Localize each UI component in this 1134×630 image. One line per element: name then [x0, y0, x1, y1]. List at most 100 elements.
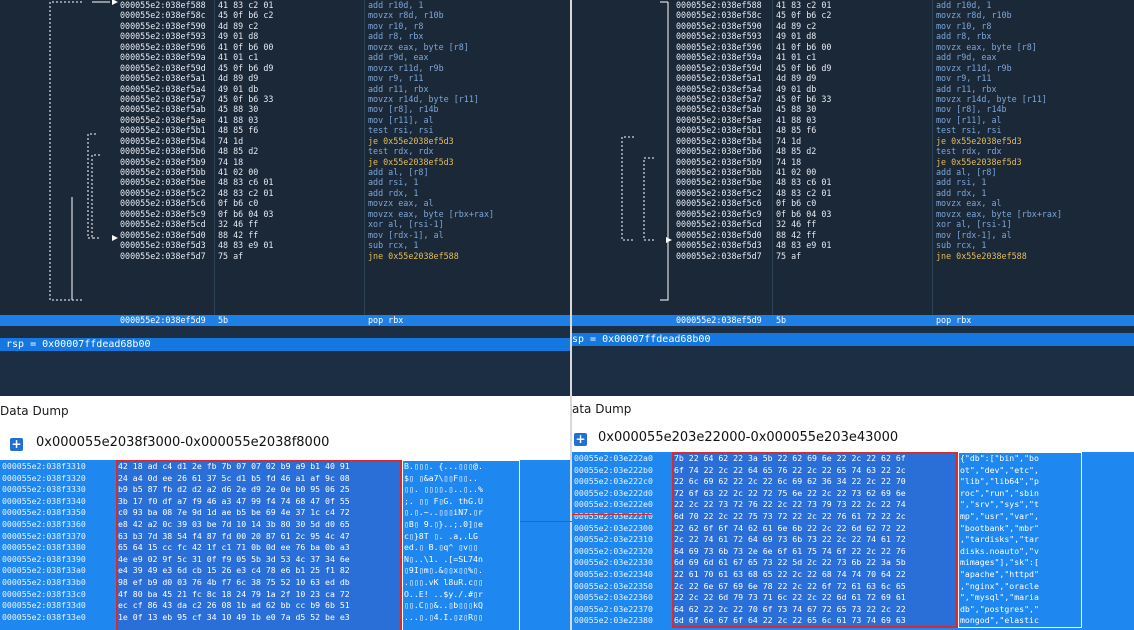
disasm-address[interactable]: 000055e2:038ef5bb	[676, 167, 762, 177]
hex-row[interactable]: 00055e2:03e22380 6d 6f 6e 67 6f 64 22 2c …	[572, 615, 1134, 627]
disasm-bytes[interactable]: 48 85 f6	[776, 125, 831, 135]
disasm-bytes[interactable]: 48 85 d2	[218, 146, 273, 156]
hex-row[interactable]: 00055e2:03e22370 64 62 22 2c 22 70 6f 73 …	[572, 604, 1134, 616]
disasm-instruction[interactable]: mov [r11], al	[368, 115, 494, 125]
disasm-bytes[interactable]: 88 42 ff	[218, 230, 273, 240]
disasm-address[interactable]: 000055e2:038ef5cd	[120, 219, 206, 229]
disassembly-view[interactable]: 000055e2:038ef588 000055e2:038ef58c 000055…	[0, 0, 572, 316]
hex-row[interactable]: 000055e2:038f33d0 ec cf 86 43 da c2 26 08…	[0, 600, 572, 612]
disasm-address[interactable]: 000055e2:038ef5d3	[676, 240, 762, 250]
hex-row[interactable]: 00055e2:03e22330 6d 69 6d 61 67 65 73 22 …	[572, 557, 1134, 569]
disasm-instruction[interactable]: movzx r14d, byte [r11]	[936, 94, 1062, 104]
disasm-bytes[interactable]: 45 0f b6 d9	[776, 63, 831, 73]
disasm-instruction[interactable]: mov r9, r11	[368, 73, 494, 83]
disasm-instruction[interactable]: je 0x55e2038ef5d3	[368, 157, 494, 167]
disasm-instruction[interactable]: add rdx, 1	[936, 188, 1062, 198]
hex-row[interactable]: 000055e2:038f3340 3b 17 f0 df a7 f9 46 a3…	[0, 496, 572, 508]
disasm-bytes[interactable]: 0f b6 c0	[776, 198, 831, 208]
disasm-instruction[interactable]: add rsi, 1	[368, 177, 494, 187]
disasm-bytes[interactable]: 49 01 d8	[776, 31, 831, 41]
disasm-instruction[interactable]: add r11, rbx	[936, 84, 1062, 94]
disasm-instruction[interactable]: add r9d, eax	[368, 52, 494, 62]
hex-row[interactable]: 00055e2:03e222e0 22 2c 22 73 72 76 22 2c …	[572, 499, 1134, 511]
disasm-instruction[interactable]: movzx eax, byte [r8]	[936, 42, 1062, 52]
disasm-address[interactable]: 000055e2:038ef5bb	[120, 167, 206, 177]
disasm-address[interactable]: 000055e2:038ef59d	[120, 63, 206, 73]
disasm-instruction[interactable]: test rdx, rdx	[936, 146, 1062, 156]
disasm-address[interactable]: 000055e2:038ef5be	[676, 177, 762, 187]
disasm-address[interactable]: 000055e2:038ef5c2	[120, 188, 206, 198]
dump-range-label[interactable]: 0x000055e203e22000-0x000055e203e43000	[598, 430, 898, 445]
disasm-instruction[interactable]: add rdx, 1	[368, 188, 494, 198]
disasm-address[interactable]: 000055e2:038ef596	[120, 42, 206, 52]
disasm-bytes[interactable]: 48 85 f6	[218, 125, 273, 135]
disasm-bytes[interactable]: 41 88 03	[218, 115, 273, 125]
disasm-address[interactable]: 000055e2:038ef5ab	[120, 104, 206, 114]
disasm-address[interactable]: 000055e2:038ef5d0	[120, 230, 206, 240]
disasm-instruction[interactable]: mov r10, r8	[368, 21, 494, 31]
disasm-bytes[interactable]: 41 83 c2 01	[776, 0, 831, 10]
disasm-address[interactable]: 000055e2:038ef5b4	[676, 136, 762, 146]
disasm-bytes[interactable]: 4d 89 d9	[218, 73, 273, 83]
disasm-bytes[interactable]: 45 0f b6 33	[776, 94, 831, 104]
disasm-address[interactable]: 000055e2:038ef593	[676, 31, 762, 41]
disasm-instruction[interactable]: movzx r8d, r10b	[368, 10, 494, 20]
disasm-bytes[interactable]: 74 18	[776, 157, 831, 167]
disasm-bytes[interactable]: 41 83 c2 01	[218, 0, 273, 10]
disasm-instruction[interactable]: movzx r11d, r9b	[368, 63, 494, 73]
disasm-bytes[interactable]: 32 46 ff	[776, 219, 831, 229]
hex-row[interactable]: 000055e2:038f33b0 98 ef b9 d0 03 76 4b f7…	[0, 577, 572, 589]
disasm-address[interactable]: 000055e2:038ef5d7	[676, 251, 762, 261]
disasm-bytes[interactable]: 75 af	[776, 251, 831, 261]
current-instruction-highlight[interactable]	[572, 315, 1134, 326]
disasm-bytes[interactable]: 88 42 ff	[776, 230, 831, 240]
disasm-bytes[interactable]: 45 88 30	[776, 104, 831, 114]
disasm-address[interactable]: 000055e2:038ef588	[120, 0, 206, 10]
hex-row[interactable]: 000055e2:038f3350 c0 93 ba 08 7e 9d 1d ae…	[0, 507, 572, 519]
disasm-bytes[interactable]: 49 01 db	[776, 84, 831, 94]
disasm-address[interactable]: 000055e2:038ef5d0	[676, 230, 762, 240]
disasm-instruction[interactable]: je 0x55e2038ef5d3	[368, 136, 494, 146]
disasm-bytes[interactable]: 0f b6 c0	[218, 198, 273, 208]
hex-row[interactable]: 000055e2:038f3380 65 64 15 cc fc 42 1f c1…	[0, 542, 572, 554]
disasm-bytes[interactable]: 41 0f b6 00	[776, 42, 831, 52]
disasm-bytes[interactable]: 74 1d	[776, 136, 831, 146]
disasm-address[interactable]: 000055e2:038ef5d3	[120, 240, 206, 250]
hex-dump-view[interactable]: 000055e2:038f3310 42 18 ad c4 d1 2e fb 7b…	[0, 460, 572, 630]
disasm-bytes[interactable]: 41 01 c1	[218, 52, 273, 62]
disasm-bytes[interactable]: 48 83 c2 01	[218, 188, 273, 198]
disasm-address[interactable]: 000055e2:038ef590	[120, 21, 206, 31]
disasm-instruction[interactable]: movzx r11d, r9b	[936, 63, 1062, 73]
disasm-address[interactable]: 000055e2:038ef596	[676, 42, 762, 52]
hex-row[interactable]: 000055e2:038f33c0 4f 80 ba 45 21 fc 8c 18…	[0, 589, 572, 601]
hex-row[interactable]: 00055e2:03e22310 2c 22 74 61 72 64 69 73 …	[572, 534, 1134, 546]
disasm-instruction[interactable]: add r8, rbx	[936, 31, 1062, 41]
disasm-instruction[interactable]: add al, [r8]	[936, 167, 1062, 177]
hex-row[interactable]: 000055e2:038f3370 63 b3 7d 38 54 f4 87 fd…	[0, 531, 572, 543]
disasm-address[interactable]: 000055e2:038ef5b1	[676, 125, 762, 135]
hex-row[interactable]: 000055e2:038f3310 42 18 ad c4 d1 2e fb 7b…	[0, 461, 572, 473]
disasm-address[interactable]: 000055e2:038ef588	[676, 0, 762, 10]
disasm-instruction[interactable]: test rsi, rsi	[936, 125, 1062, 135]
disasm-instruction[interactable]: test rsi, rsi	[368, 125, 494, 135]
disasm-bytes[interactable]: 32 46 ff	[218, 219, 273, 229]
disasm-bytes[interactable]: 0f b6 04 03	[218, 209, 273, 219]
disasm-instruction[interactable]: add r10d, 1	[936, 0, 1062, 10]
disasm-address[interactable]: 000055e2:038ef58c	[676, 10, 762, 20]
disasm-address[interactable]: 000055e2:038ef5b6	[676, 146, 762, 156]
disasm-address[interactable]: 000055e2:038ef5cd	[676, 219, 762, 229]
disasm-instruction[interactable]: add r10d, 1	[368, 0, 494, 10]
hex-row[interactable]: 00055e2:03e222d0 72 6f 63 22 2c 22 72 75 …	[572, 488, 1134, 500]
disasm-address[interactable]: 000055e2:038ef5c9	[120, 209, 206, 219]
disasm-instruction[interactable]: mov r10, r8	[936, 21, 1062, 31]
disasm-instruction[interactable]: movzx eax, al	[936, 198, 1062, 208]
add-range-button[interactable]: +	[10, 438, 23, 451]
disasm-instruction[interactable]: mov [rdx-1], al	[368, 230, 494, 240]
disasm-instruction[interactable]: mov [rdx-1], al	[936, 230, 1062, 240]
disasm-instruction[interactable]: movzx eax, byte [rbx+rax]	[368, 209, 494, 219]
disasm-address[interactable]: 000055e2:038ef5a1	[120, 73, 206, 83]
hex-dump-view[interactable]: 00055e2:03e222a0 7b 22 64 62 22 3a 5b 22 …	[572, 452, 1134, 630]
disasm-bytes[interactable]: 0f b6 04 03	[776, 209, 831, 219]
disasm-address[interactable]: 000055e2:038ef5c9	[676, 209, 762, 219]
disasm-instruction[interactable]: movzx eax, byte [rbx+rax]	[936, 209, 1062, 219]
